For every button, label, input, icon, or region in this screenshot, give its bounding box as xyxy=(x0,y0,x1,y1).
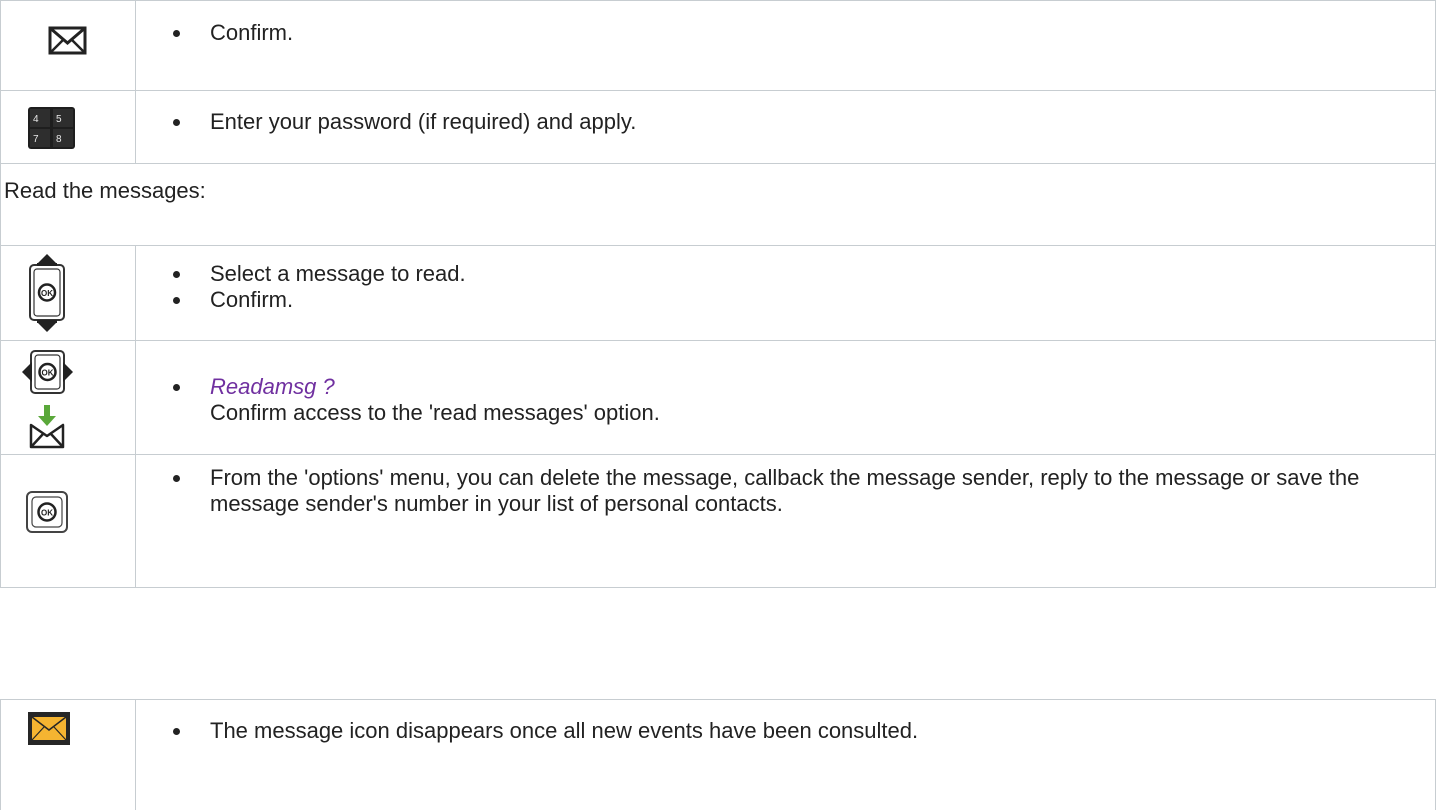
instruction-table-1: Confirm. 4 5 7 8 Enter your password (if… xyxy=(0,0,1436,588)
list-item: Select a message to read. xyxy=(173,261,1435,287)
table-row: The message icon disappears once all new… xyxy=(0,699,1436,810)
icon-cell xyxy=(0,0,136,91)
list-item: Confirm. xyxy=(173,20,1435,46)
table-row: 4 5 7 8 Enter your password (if required… xyxy=(0,90,1436,164)
keypad-icon: 4 5 7 8 xyxy=(28,107,75,149)
list-item: From the 'options' menu, you can delete … xyxy=(173,465,1395,517)
table-row: OK Select a message to read. Confirm. xyxy=(0,245,1436,341)
icon-cell xyxy=(0,699,136,810)
icon-cell: OK xyxy=(0,340,136,455)
text-cell: Readamsg ? Confirm access to the 'read m… xyxy=(135,340,1436,455)
table-row: OK From the 'options' menu, you can dele… xyxy=(0,454,1436,588)
table-row: Read the messages: xyxy=(0,163,1436,246)
ok-label: OK xyxy=(42,369,54,378)
option-description: Confirm access to the 'read messages' op… xyxy=(210,400,660,425)
ok-label: OK xyxy=(41,289,53,298)
nav-left-right-ok-icon: OK xyxy=(22,350,73,394)
nav-up-down-ok-icon: OK xyxy=(29,254,65,332)
text-cell: From the 'options' menu, you can delete … xyxy=(135,454,1436,588)
text-cell: Confirm. xyxy=(135,0,1436,91)
text-cell: The message icon disappears once all new… xyxy=(135,699,1436,810)
text-cell: Select a message to read. Confirm. xyxy=(135,245,1436,341)
list-item: Enter your password (if required) and ap… xyxy=(173,109,1435,135)
keypad-key-label: 7 xyxy=(33,134,39,145)
icon-cell: OK xyxy=(0,245,136,341)
message-waiting-icon xyxy=(28,712,70,745)
envelope-icon xyxy=(48,26,87,55)
list-item: Readamsg ? Confirm access to the 'read m… xyxy=(173,374,1435,426)
list-item: The message icon disappears once all new… xyxy=(173,718,1435,744)
icon-cell: 4 5 7 8 xyxy=(0,90,136,164)
table-row: OK Readamsg ? Confirm access to the 'rea… xyxy=(0,340,1436,455)
section-header-cell: Read the messages: xyxy=(0,163,1436,246)
table-row: Confirm. xyxy=(0,0,1436,91)
keypad-key-label: 4 xyxy=(33,114,39,125)
list-item: Confirm. xyxy=(173,287,1435,313)
section-header: Read the messages: xyxy=(4,178,206,203)
keypad-key-label: 5 xyxy=(56,114,62,125)
keypad-key-label: 8 xyxy=(56,134,62,145)
instruction-table-2: The message icon disappears once all new… xyxy=(0,699,1436,810)
ok-button-icon: OK xyxy=(26,491,68,533)
option-label: Readamsg ? xyxy=(210,374,335,399)
text-cell: Enter your password (if required) and ap… xyxy=(135,90,1436,164)
ok-label: OK xyxy=(41,509,53,518)
read-message-icon xyxy=(29,405,65,449)
icon-cell: OK xyxy=(0,454,136,588)
